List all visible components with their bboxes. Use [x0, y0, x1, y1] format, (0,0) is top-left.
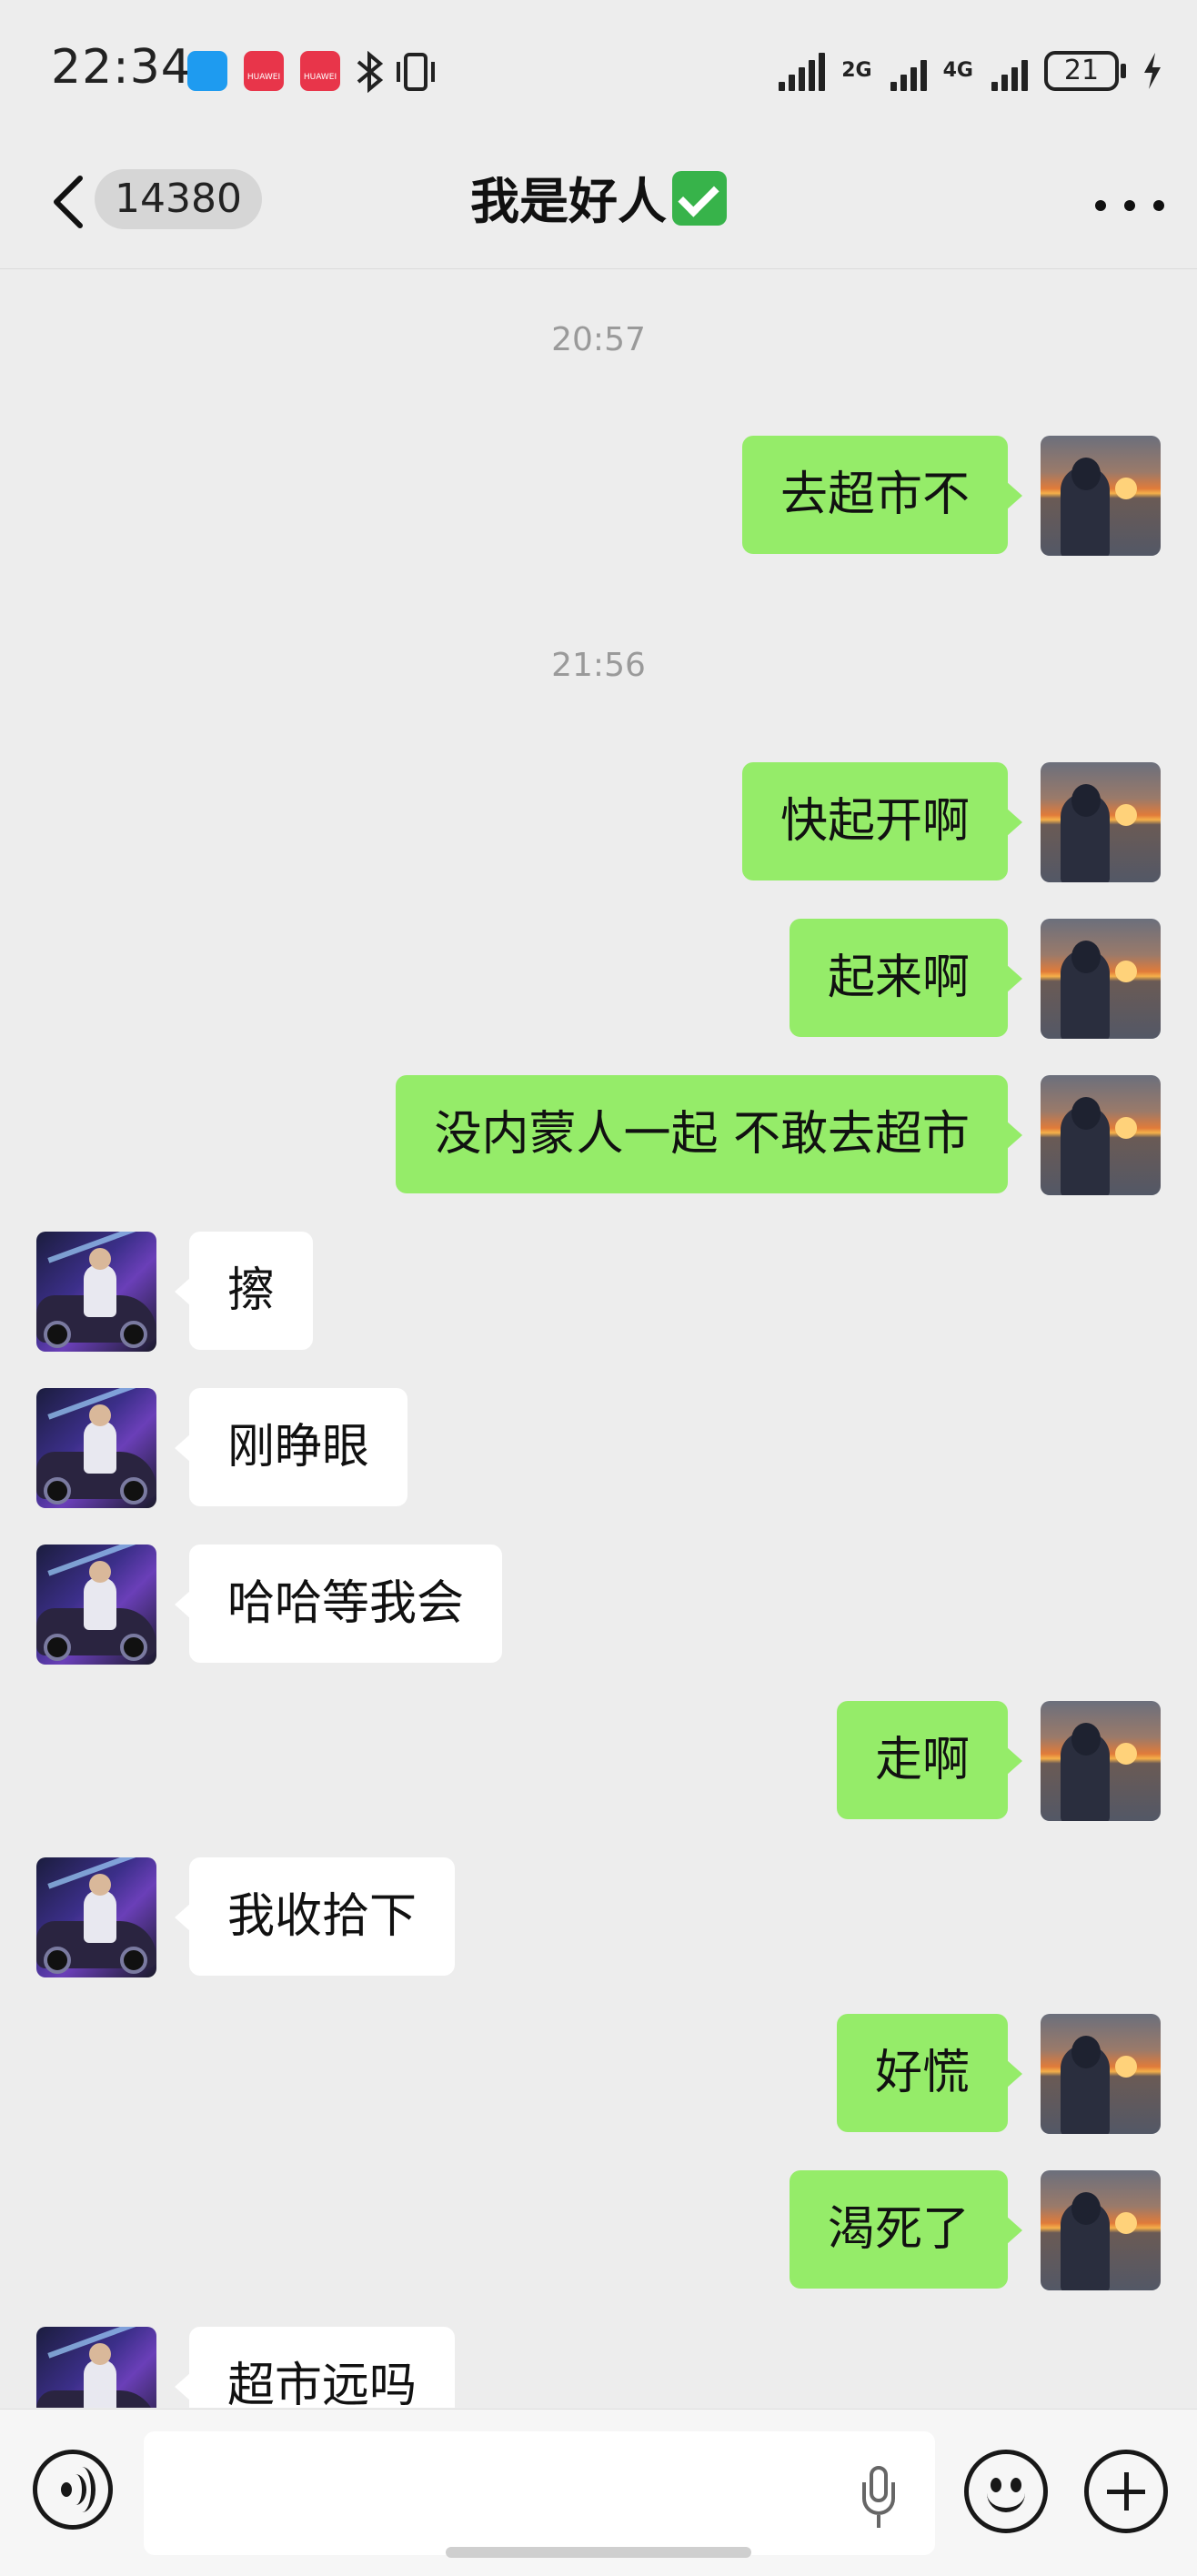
- sent-message: 起来啊: [0, 919, 1197, 1039]
- emoji-icon[interactable]: [964, 2450, 1048, 2533]
- more-options-icon[interactable]: [1095, 187, 1164, 224]
- huawei-app-icon-2: HUAWEI: [300, 51, 340, 91]
- huawei-app-icon: HUAWEI: [244, 51, 284, 91]
- message-bubble[interactable]: 擦: [174, 1232, 314, 1350]
- status-time: 22:34: [51, 40, 192, 95]
- home-indicator[interactable]: [446, 2547, 751, 2558]
- signal-icon: [779, 51, 826, 91]
- bluetooth-icon: [357, 51, 384, 93]
- contact-avatar[interactable]: [36, 1232, 156, 1352]
- sent-message: 好慌: [0, 2014, 1197, 2134]
- voice-icon[interactable]: [33, 2450, 113, 2530]
- received-message: 超市远吗: [0, 2327, 1197, 2408]
- message-bubble[interactable]: 快起开啊: [741, 762, 1023, 880]
- my-avatar[interactable]: [1041, 762, 1161, 882]
- signal-icon-3: [991, 51, 1028, 91]
- contact-avatar[interactable]: [36, 1388, 156, 1508]
- battery-indicator: 21: [1044, 51, 1126, 91]
- network-type-2g: 2G: [841, 59, 872, 82]
- sent-message: 走啊: [0, 1701, 1197, 1821]
- my-avatar[interactable]: [1041, 1701, 1161, 1821]
- message-bubble[interactable]: 走啊: [836, 1701, 1023, 1819]
- check-mark-emoji-icon: [672, 171, 727, 226]
- received-message: 擦: [0, 1232, 1197, 1352]
- message-list[interactable]: 20:57 去超市不 21:56 快起开啊 起来啊 没内蒙人一起 不敢去超市 擦…: [0, 270, 1197, 2408]
- my-avatar[interactable]: [1041, 436, 1161, 556]
- sent-message: 没内蒙人一起 不敢去超市: [0, 1075, 1197, 1195]
- sent-message: 快起开啊: [0, 762, 1197, 882]
- message-bubble[interactable]: 哈哈等我会: [174, 1545, 503, 1663]
- my-avatar[interactable]: [1041, 2014, 1161, 2134]
- message-bubble[interactable]: 起来啊: [789, 919, 1023, 1037]
- sent-message: 去超市不: [0, 436, 1197, 556]
- sent-message: 渴死了: [0, 2170, 1197, 2290]
- message-bubble[interactable]: 我收拾下: [174, 1857, 456, 1976]
- message-bubble[interactable]: 去超市不: [741, 436, 1023, 554]
- received-message: 我收拾下: [0, 1857, 1197, 1977]
- contact-avatar[interactable]: [36, 1545, 156, 1665]
- status-right: 2G 4G 21: [779, 45, 1164, 96]
- contact-avatar[interactable]: [36, 1857, 156, 1977]
- my-avatar[interactable]: [1041, 1075, 1161, 1195]
- plus-icon[interactable]: [1084, 2450, 1168, 2533]
- chat-title-text: 我是好人: [470, 173, 667, 230]
- message-bubble[interactable]: 刚睁眼: [174, 1388, 408, 1506]
- message-input[interactable]: [144, 2431, 935, 2555]
- message-bubble[interactable]: 没内蒙人一起 不敢去超市: [396, 1075, 1022, 1193]
- browser-app-icon: [187, 51, 227, 91]
- microphone-icon[interactable]: [862, 2466, 895, 2530]
- network-type-4g: 4G: [942, 59, 973, 82]
- message-bubble[interactable]: 好慌: [836, 2014, 1023, 2132]
- timestamp: 20:57: [551, 321, 646, 358]
- timestamp: 21:56: [551, 647, 646, 684]
- signal-icon-2: [890, 51, 927, 91]
- received-message: 哈哈等我会: [0, 1545, 1197, 1665]
- my-avatar[interactable]: [1041, 2170, 1161, 2290]
- chat-title: 我是好人: [0, 166, 1197, 238]
- charging-icon: [1144, 53, 1161, 89]
- vibrate-icon: [397, 53, 435, 91]
- message-bubble[interactable]: 渴死了: [789, 2170, 1023, 2289]
- status-bar: 22:34 HUAWEI HUAWEI 2G 4G 21: [0, 0, 1197, 136]
- message-bubble[interactable]: 超市远吗: [174, 2327, 456, 2408]
- contact-avatar[interactable]: [36, 2327, 156, 2408]
- my-avatar[interactable]: [1041, 919, 1161, 1039]
- chat-header: 14380 我是好人: [0, 136, 1197, 269]
- received-message: 刚睁眼: [0, 1388, 1197, 1508]
